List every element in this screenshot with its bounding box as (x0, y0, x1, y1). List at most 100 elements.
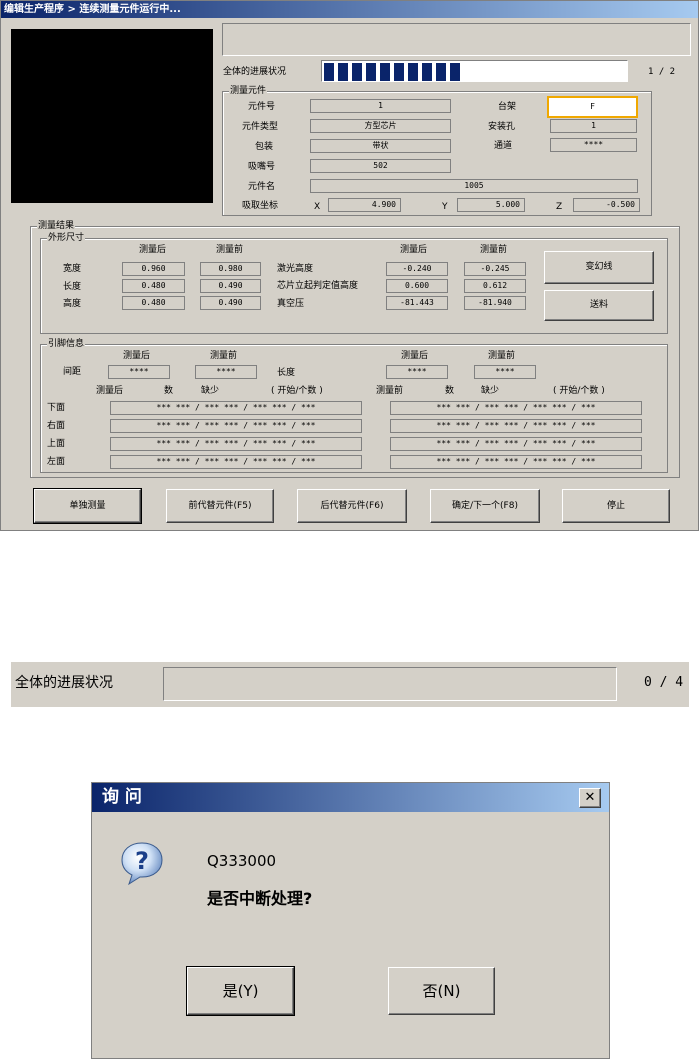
name-label: 元件名 (248, 182, 276, 192)
nozzle-label: 吸嘴号 (248, 162, 276, 172)
length-label: 长度 (63, 282, 82, 292)
vacuum-label: 真空压 (277, 299, 305, 309)
confirm-next-button[interactable]: 确定/下一个(F8) (430, 489, 540, 523)
yes-button[interactable]: 是(Y) (186, 966, 295, 1016)
feed-button[interactable]: 送料 (544, 290, 654, 321)
col-missing: 缺少 (201, 386, 220, 396)
shape-group-title: 外形尺寸 (47, 233, 86, 243)
standing-height-before: 0.612 (464, 279, 526, 293)
height-after: 0.480 (122, 296, 185, 310)
col-after: 测量后 (96, 386, 124, 396)
pitch-after: **** (108, 365, 170, 379)
hole-field: 1 (550, 119, 637, 133)
progress-block (338, 63, 348, 81)
top-label: 上面 (47, 439, 66, 449)
col-count: 数 (164, 386, 174, 396)
message-box (222, 23, 691, 56)
col-missing-2: 缺少 (481, 386, 500, 396)
stop-button[interactable]: 停止 (562, 489, 670, 523)
vacuum-before: -81.940 (464, 296, 526, 310)
width-before: 0.980 (200, 262, 261, 276)
package-field: 带状 (310, 139, 451, 153)
pitch-before: **** (195, 365, 257, 379)
dialog-code: Q333000 (207, 852, 277, 870)
progress-block (324, 63, 334, 81)
pitch-label: 间距 (63, 367, 82, 377)
col-range-2: ( 开始/个数 ) (553, 386, 605, 396)
nozzle-field: 502 (310, 159, 451, 173)
z-field: -0.500 (573, 198, 640, 212)
close-icon: ✕ (584, 790, 596, 805)
progress-block (394, 63, 404, 81)
pick-label: 吸取坐标 (242, 201, 279, 211)
shape-before-header-2: 测量前 (480, 245, 508, 255)
progress-block (352, 63, 362, 81)
package-label: 包装 (255, 142, 274, 152)
change-line-button[interactable]: 变幻线 (544, 251, 654, 284)
prev-alt-button[interactable]: 前代替元件(F5) (166, 489, 274, 523)
leads-after-header-2: 测量后 (401, 351, 429, 361)
type-field: 方型芯片 (310, 119, 451, 133)
left-side-right: *** *** / *** *** / *** *** / *** (390, 455, 642, 469)
x-label: X (314, 202, 321, 212)
right-side-left: *** *** / *** *** / *** *** / *** (110, 419, 362, 433)
laser-height-before: -0.245 (464, 262, 526, 276)
dialog-close-button[interactable]: ✕ (579, 788, 601, 808)
lead-length-label: 长度 (277, 368, 296, 378)
progress-bar (321, 60, 628, 82)
progress2-counter: 0 / 4 (644, 675, 684, 690)
progress2-bar (163, 667, 617, 701)
progress2-label: 全体的进展状况 (15, 675, 113, 691)
col-range: ( 开始/个数 ) (271, 386, 323, 396)
left-side-left: *** *** / *** *** / *** *** / *** (110, 455, 362, 469)
channel-label: 通道 (494, 141, 513, 151)
rack-label: 台架 (498, 102, 517, 112)
progress-block (422, 63, 432, 81)
standing-height-label: 芯片立起判定值高度 (277, 281, 359, 291)
single-measure-button[interactable]: 单独测量 (33, 488, 142, 524)
name-field: 1005 (310, 179, 638, 193)
length-after: 0.480 (122, 279, 185, 293)
leads-before-header: 测量前 (210, 351, 238, 361)
main-window: 编辑生产程序 > 连续测量元件运行中... 全体的进展状况 1 / 2 测量元件… (0, 0, 699, 531)
dialog-message: 是否中断处理? (207, 889, 313, 908)
top-right: *** *** / *** *** / *** *** / *** (390, 437, 642, 451)
height-label: 高度 (63, 299, 82, 309)
shape-after-header: 测量后 (139, 245, 167, 255)
col-count-2: 数 (445, 386, 455, 396)
standing-height-after: 0.600 (386, 279, 448, 293)
next-alt-button[interactable]: 后代替元件(F6) (297, 489, 407, 523)
part-no-label: 元件号 (248, 102, 276, 112)
progress-block (436, 63, 446, 81)
progress-counter: 1 / 2 (648, 67, 676, 77)
leads-after-header: 测量后 (123, 351, 151, 361)
progress-block (408, 63, 418, 81)
laser-height-after: -0.240 (386, 262, 448, 276)
shape-after-header-2: 测量后 (400, 245, 428, 255)
right-side-label: 右面 (47, 421, 66, 431)
col-before: 测量前 (376, 386, 404, 396)
top-left: *** *** / *** *** / *** *** / *** (110, 437, 362, 451)
lead-length-after: **** (386, 365, 448, 379)
progress-block (450, 63, 460, 81)
leads-before-header-2: 测量前 (488, 351, 516, 361)
bottom-label: 下面 (47, 403, 66, 413)
type-label: 元件类型 (242, 122, 279, 132)
rack-field[interactable]: F (547, 96, 638, 118)
window-title: 编辑生产程序 > 连续测量元件运行中... (1, 1, 698, 18)
laser-height-label: 激光高度 (277, 264, 314, 274)
dialog-title: 询 问 (92, 783, 609, 812)
progress-block (380, 63, 390, 81)
leads-group-title: 引脚信息 (47, 339, 86, 349)
hole-label: 安装孔 (488, 122, 516, 132)
confirm-dialog: 询 问 ✕ ? Q333000 是否中断处理? 是(Y) 否(N) (91, 782, 610, 1059)
part-no-field: 1 (310, 99, 451, 113)
y-label: Y (442, 202, 448, 212)
progress-block (366, 63, 376, 81)
camera-view (11, 29, 213, 203)
question-icon: ? (119, 840, 166, 887)
no-button[interactable]: 否(N) (388, 967, 495, 1015)
y-field: 5.000 (457, 198, 525, 212)
left-side-label: 左面 (47, 457, 66, 467)
length-before: 0.490 (200, 279, 261, 293)
